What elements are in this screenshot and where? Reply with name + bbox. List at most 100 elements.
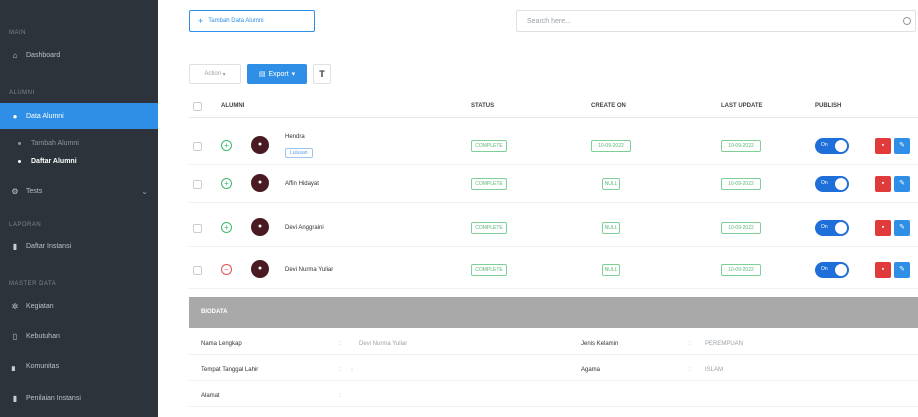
edit-button[interactable]: ✎ xyxy=(894,220,910,236)
detail-label: Tempat Tanggal Lahir xyxy=(201,367,259,373)
toggle-knob xyxy=(835,222,847,234)
delete-button[interactable]: ▪ xyxy=(875,138,891,154)
action-dropdown[interactable]: Action ▾ xyxy=(189,64,241,84)
toggle-label: On xyxy=(821,224,828,230)
avatar: ● xyxy=(251,174,269,192)
pencil-icon: ✎ xyxy=(899,180,905,187)
trash-icon: ▪ xyxy=(881,142,885,149)
search-input[interactable]: Search here... xyxy=(516,10,916,32)
plus-icon: + xyxy=(198,16,204,26)
clipboard-icon: ▮ xyxy=(12,393,18,403)
sidebar-subitem-label: Daftar Alumni xyxy=(31,157,77,165)
publish-toggle[interactable]: On xyxy=(815,262,849,278)
delete-button[interactable]: ▪ xyxy=(875,220,891,236)
detail-separator: : xyxy=(339,393,341,399)
edit-button[interactable]: ✎ xyxy=(894,138,910,154)
edit-button[interactable]: ✎ xyxy=(894,262,910,278)
sidebar-item-data-alumni[interactable]: ● Data Alumni xyxy=(0,103,158,129)
column-publish[interactable]: PUBLISH xyxy=(815,103,841,109)
action-label: Action xyxy=(204,71,221,77)
table-header: ALUMNI STATUS CREATE ON LAST UPDATE PUBL… xyxy=(189,96,918,118)
sidebar-section-master-data: MASTER DATA xyxy=(9,281,57,287)
row-detail-panel: BIODATA Nama Lengkap : Devi Nurma Yuliar… xyxy=(189,297,918,417)
detail-value: - xyxy=(351,367,353,373)
filter-button[interactable]: T xyxy=(313,64,331,84)
row-checkbox[interactable] xyxy=(193,180,202,189)
add-alumni-button[interactable]: + Tambah Data Alumni xyxy=(189,10,315,32)
collapse-row-icon[interactable]: − xyxy=(221,264,232,275)
edit-button[interactable]: ✎ xyxy=(894,176,910,192)
publish-toggle[interactable]: On xyxy=(815,138,849,154)
expand-row-icon[interactable]: + xyxy=(221,222,232,233)
table-row: + ● Devi Anggraini COMPLETE NULL 10-09-2… xyxy=(189,210,918,247)
expand-row-icon[interactable]: + xyxy=(221,178,232,189)
sidebar-item-kegiatan[interactable]: ✲ Kegiatan xyxy=(0,293,158,319)
avatar: ● xyxy=(251,260,269,278)
row-checkbox[interactable] xyxy=(193,266,202,275)
sidebar-item-label: Data Alumni xyxy=(26,112,64,120)
activity-icon: ✲ xyxy=(11,301,19,311)
detail-header: BIODATA xyxy=(189,297,918,328)
sidebar-item-tests[interactable]: ⚙ Tests ⌄ xyxy=(0,178,158,204)
sidebar-section-laporan: LAPORAN xyxy=(9,222,42,228)
publish-toggle[interactable]: On xyxy=(815,220,849,236)
sidebar-subitem-tambah-alumni[interactable]: Tambah Alumni xyxy=(0,134,158,152)
trash-icon: ▪ xyxy=(881,266,885,273)
delete-button[interactable]: ▪ xyxy=(875,262,891,278)
pencil-icon: ✎ xyxy=(899,224,905,231)
sidebar: MAIN ⌂ Dashboard ALUMNI ● Data Alumni Ta… xyxy=(0,0,158,417)
detail-row: Tempat Tanggal Lahir : - Agama : ISLAM xyxy=(189,359,918,381)
row-checkbox[interactable] xyxy=(193,142,202,151)
column-alumni[interactable]: ALUMNI xyxy=(221,103,244,109)
export-button[interactable]: ▤ Export ▾ xyxy=(247,64,307,84)
search-icon[interactable] xyxy=(903,17,911,25)
home-icon: ⌂ xyxy=(12,50,18,60)
detail-separator: : xyxy=(339,341,341,347)
sidebar-subitem-label: Tambah Alumni xyxy=(31,139,79,147)
column-status[interactable]: STATUS xyxy=(471,103,494,109)
row-checkbox[interactable] xyxy=(193,224,202,233)
bullet-icon xyxy=(18,159,21,163)
column-last-update[interactable]: LAST UPDATE xyxy=(721,103,763,109)
table-row: − ● Devi Nurma Yuliar COMPLETE NULL 10-0… xyxy=(189,252,918,289)
sidebar-item-penilaian-instansi[interactable]: ▮ Penilaian Instansi xyxy=(0,385,158,411)
sidebar-item-komunitas[interactable]: ▖ Komunitas xyxy=(0,353,158,379)
alumni-tag: Lulusan xyxy=(285,148,313,158)
alumni-name: Hendra xyxy=(285,134,305,140)
publish-toggle[interactable]: On xyxy=(815,176,849,192)
status-badge: COMPLETE xyxy=(471,264,507,276)
sidebar-item-label: Komunitas xyxy=(26,362,60,370)
detail-separator: : xyxy=(689,341,691,347)
select-all-checkbox[interactable] xyxy=(193,102,202,111)
detail-row: Nama Lengkap : Devi Nurma Yuliar Jenis K… xyxy=(189,333,918,355)
update-date: 10-09-2022 xyxy=(721,178,761,190)
chart-icon: ▖ xyxy=(11,361,19,371)
sidebar-item-dashboard[interactable]: ⌂ Dashboard xyxy=(0,42,158,68)
detail-label: Agama xyxy=(581,367,601,373)
gear-icon: ⚙ xyxy=(11,186,19,196)
sidebar-section-alumni: ALUMNI xyxy=(9,90,35,96)
avatar: ● xyxy=(251,136,269,154)
sidebar-item-label: Kebutuhan xyxy=(26,332,60,340)
trash-icon: ▪ xyxy=(881,224,885,231)
update-date: 10-09-2022 xyxy=(721,222,761,234)
export-label: Export xyxy=(268,70,289,78)
column-create-on[interactable]: CREATE ON xyxy=(591,103,626,109)
toggle-label: On xyxy=(821,266,828,272)
detail-separator: : xyxy=(339,367,341,373)
document-icon: ▯ xyxy=(12,331,18,341)
status-badge: COMPLETE xyxy=(471,222,507,234)
detail-value: PEREMPUAN xyxy=(705,341,744,347)
pencil-icon: ✎ xyxy=(899,142,905,149)
sidebar-item-kebutuhan[interactable]: ▯ Kebutuhan xyxy=(0,323,158,349)
toggle-knob xyxy=(835,178,847,190)
pencil-icon: ✎ xyxy=(899,266,905,273)
expand-row-icon[interactable]: + xyxy=(221,140,232,151)
sidebar-item-label: Tests xyxy=(26,187,43,195)
delete-button[interactable]: ▪ xyxy=(875,176,891,192)
detail-row: Alamat : xyxy=(189,385,918,407)
sidebar-item-daftar-instansi[interactable]: ▮ Daftar Instansi xyxy=(0,233,158,259)
sidebar-item-label: Dashboard xyxy=(26,51,61,59)
detail-label: Jenis Kelamin xyxy=(581,341,619,347)
sidebar-subitem-daftar-alumni[interactable]: Daftar Alumni xyxy=(0,152,158,170)
